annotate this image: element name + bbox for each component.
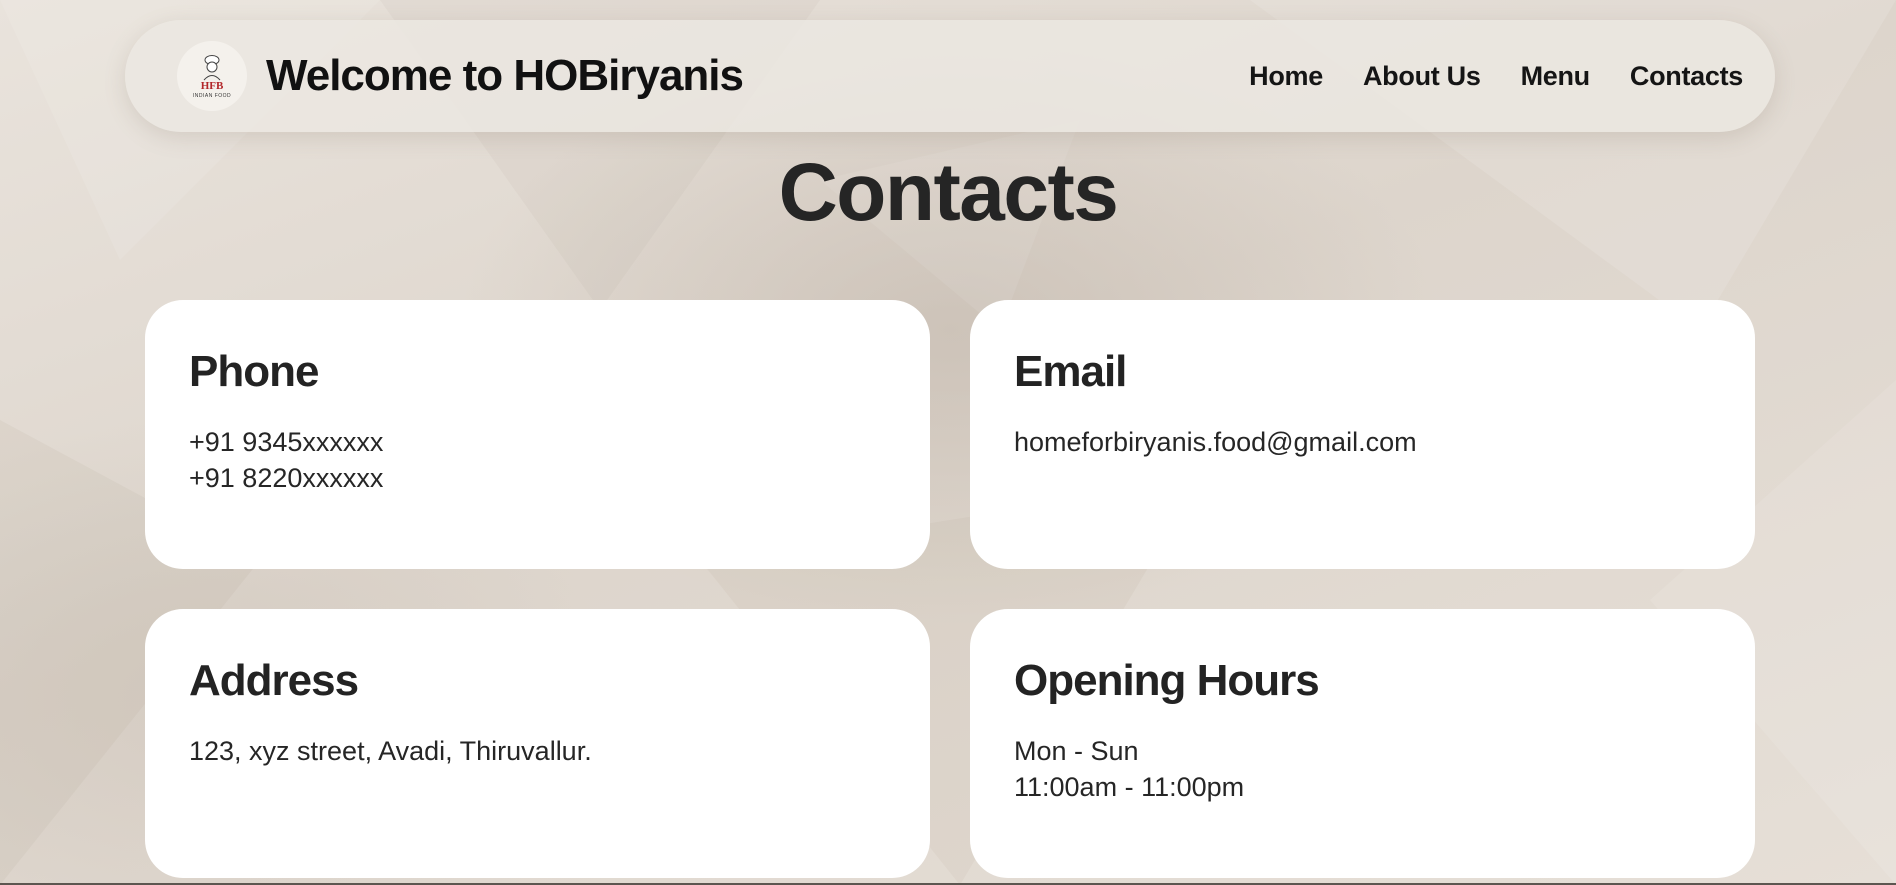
opening-days: Mon - Sun: [1014, 736, 1139, 766]
chef-logo-icon: HFB: [201, 54, 224, 92]
phone-number-1[interactable]: +91 9345xxxxxx: [189, 424, 886, 460]
nav-menu-link[interactable]: Menu: [1521, 61, 1591, 92]
street-address: 123, xyz street, Avadi, Thiruvallur.: [189, 736, 592, 766]
phone-card: Phone +91 9345xxxxxx +91 8220xxxxxx: [145, 300, 930, 569]
phone-number-2[interactable]: +91 8220xxxxxx: [189, 460, 886, 496]
nav-home-link[interactable]: Home: [1249, 61, 1323, 92]
logo-caption: INDIAN FOOD: [192, 92, 232, 99]
brand-logo[interactable]: HFB INDIAN FOOD: [177, 41, 247, 111]
email-card-title: Email: [1014, 347, 1127, 396]
nav-about-us-link[interactable]: About Us: [1363, 61, 1481, 92]
page-title: Contacts: [778, 147, 1119, 238]
top-navigation-bar: HFB INDIAN FOOD Welcome to HOBiryanis Ho…: [125, 20, 1775, 132]
opening-times: 11:00am - 11:00pm: [1014, 772, 1245, 802]
email-address[interactable]: homeforbiryanis.food@gmail.com: [1014, 424, 1711, 460]
email-card: Email homeforbiryanis.food@gmail.com: [970, 300, 1755, 569]
svg-text:HFB: HFB: [201, 80, 224, 92]
opening-hours-card: Opening Hours Mon - Sun 11:00am - 11:00p…: [970, 609, 1755, 878]
address-card: Address 123, xyz street, Avadi, Thiruval…: [145, 609, 930, 878]
phone-card-title: Phone: [189, 347, 319, 396]
nav-links: Home About Us Menu Contacts: [1249, 61, 1743, 92]
address-card-title: Address: [189, 656, 359, 705]
nav-contacts-link[interactable]: Contacts: [1630, 61, 1743, 92]
opening-hours-card-title: Opening Hours: [1014, 656, 1320, 705]
site-title: Welcome to HOBiryanis: [266, 51, 744, 100]
